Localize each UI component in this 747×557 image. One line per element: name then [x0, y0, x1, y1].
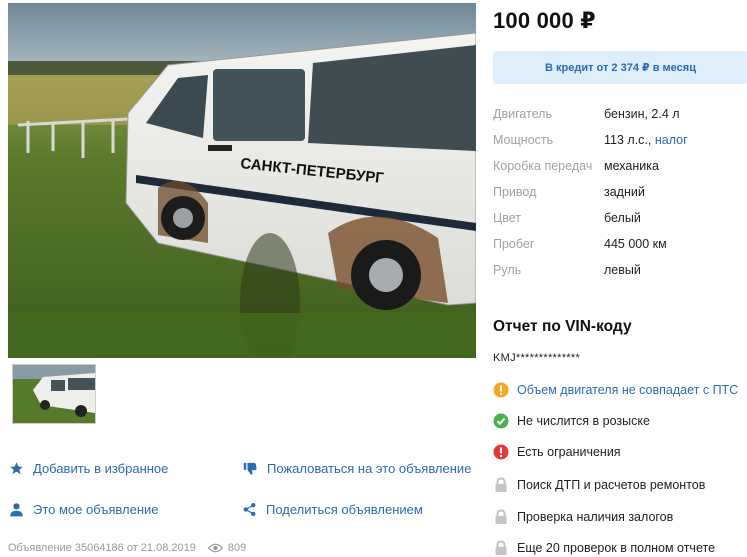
main-photo[interactable]: САНКТ-ПЕТЕРБУРГ [8, 3, 476, 358]
price: 100 000 ₽ [493, 8, 596, 33]
check-text: Есть ограничения [517, 445, 621, 459]
spec-value: механика [604, 159, 659, 173]
check-text: Объем двигателя не совпадает с ПТС [517, 383, 739, 397]
share-button[interactable]: Поделиться объявлением [242, 502, 423, 517]
credit-button[interactable]: В кредит от 2 374 ₽ в месяц [493, 51, 747, 84]
check-text: Еще 20 проверок в полном отчете [517, 541, 716, 555]
lock-icon [493, 509, 509, 525]
spec-value: левый [604, 263, 641, 277]
spec-key: Мощность [493, 133, 554, 147]
thumbnail-image [13, 365, 95, 423]
spec-value: 445 000 км [604, 237, 667, 251]
eye-icon [207, 543, 223, 553]
spec-key: Привод [493, 185, 537, 199]
credit-label: В кредит от 2 374 ₽ в месяц [545, 62, 696, 74]
error-icon [493, 444, 509, 460]
my-ad-label: Это мое объявление [33, 502, 159, 517]
spec-value: белый [604, 211, 641, 225]
check-accidents-locked: Поиск ДТП и расчетов ремонтов [493, 477, 705, 493]
complain-button[interactable]: Пожаловаться на это объявление [242, 461, 471, 476]
spec-value: бензин, 2.4 л [604, 107, 680, 121]
lock-icon [493, 477, 509, 493]
tax-link[interactable]: налог [655, 133, 688, 147]
my-ad-button[interactable]: Это мое объявление [9, 502, 159, 517]
vin-code: KMJ************** [493, 352, 581, 364]
spec-key: Пробег [493, 237, 535, 251]
lock-icon [493, 540, 509, 556]
ad-meta: Объявление 35064186 от 21.08.2019 809 [8, 542, 246, 554]
complain-label: Пожаловаться на это объявление [267, 461, 472, 476]
spec-value: задний [604, 185, 645, 199]
vin-report-title: Отчет по VIN-коду [493, 318, 632, 335]
check-pledges-locked: Проверка наличия залогов [493, 509, 673, 525]
check-text: Проверка наличия залогов [517, 510, 674, 524]
thumbs-down-icon [243, 462, 257, 475]
spec-key: Руль [493, 263, 522, 277]
spec-key: Коробка передач [493, 159, 593, 173]
add-to-favorites-label: Добавить в избранное [33, 461, 169, 476]
spec-key: Цвет [493, 211, 522, 225]
spec-value: 113 л.с., [604, 133, 652, 147]
star-icon [10, 462, 23, 475]
check-engine-volume[interactable]: Объем двигателя не совпадает с ПТС [493, 382, 738, 398]
check-text: Не числится в розыске [517, 414, 650, 428]
check-restrictions: Есть ограничения [493, 444, 621, 460]
photo-thumbnail[interactable] [12, 364, 96, 424]
user-icon [10, 503, 23, 517]
spec-key: Двигатель [493, 107, 552, 121]
warning-icon [493, 382, 509, 398]
van-photo-image: САНКТ-ПЕТЕРБУРГ [8, 3, 476, 358]
views-count: 809 [227, 542, 247, 554]
ad-info-text: Объявление 35064186 от 21.08.2019 [8, 542, 196, 554]
views-counter: 809 [207, 542, 247, 554]
share-icon [243, 502, 256, 517]
spec-value-group: 113 л.с., налог [604, 133, 688, 147]
add-to-favorites-button[interactable]: Добавить в избранное [9, 461, 168, 476]
check-circle-icon [493, 413, 509, 429]
check-text: Поиск ДТП и расчетов ремонтов [517, 478, 706, 492]
check-wanted: Не числится в розыске [493, 413, 650, 429]
check-more-locked: Еще 20 проверок в полном отчете [493, 540, 715, 556]
share-label: Поделиться объявлением [266, 502, 423, 517]
